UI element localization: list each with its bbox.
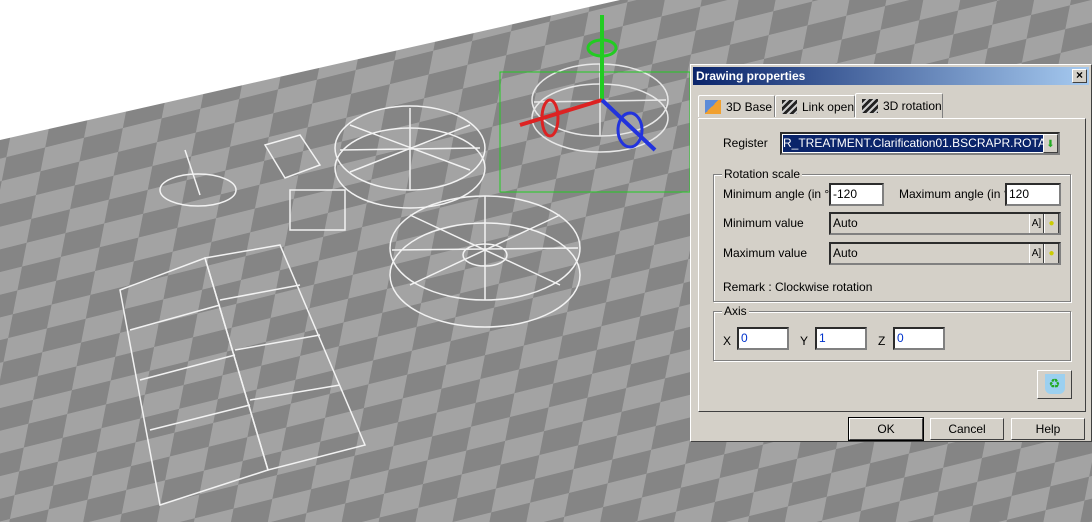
recycle-bin-icon: ♻ [1044,374,1065,394]
box-model[interactable] [263,134,346,231]
bulb-icon[interactable]: ● [1044,244,1059,263]
z-label: Z [878,334,886,348]
tab-link-open[interactable]: Link open [775,95,855,117]
rotation-scale-group: Rotation scale Minimum angle (in °) -120… [713,167,1071,302]
tab-panel: Register R_TREATMENT.Clarification01.BSC… [698,118,1086,412]
ok-button[interactable]: OK [848,417,924,441]
tab-3d-base[interactable]: 3D Base [698,95,775,117]
min-value-label: Minimum value [723,216,804,230]
register-field[interactable]: R_TREATMENT.Clarification01.BSCRAPR.ROTA… [780,132,1060,155]
max-angle-input[interactable]: 120 [1005,183,1061,206]
axis-x-input[interactable]: 0 [737,327,789,350]
min-angle-label: Minimum angle (in °) [723,187,834,201]
clarifier-2[interactable] [389,195,581,328]
remark-text: Remark : Clockwise rotation [723,280,873,294]
axis-z-input[interactable]: 0 [893,327,945,350]
cancel-button[interactable]: Cancel [930,418,1004,440]
y-label: Y [800,334,809,348]
axis-y-input[interactable]: 1 [815,327,867,350]
axis-group: Axis X 0 Y 1 Z 0 [713,304,1071,361]
dialog-title: Drawing properties [696,69,806,83]
max-value-field[interactable]: Auto A] ● [829,242,1061,265]
max-value-label: Maximum value [723,246,808,260]
help-button[interactable]: Help [1011,418,1085,440]
ai-button[interactable]: A] [1029,244,1044,263]
ai-button[interactable]: A] [1029,214,1044,233]
clapper-icon [862,99,878,113]
frame-structure[interactable] [119,244,367,506]
recycle-bin-button[interactable]: ♻ [1037,370,1072,399]
close-button[interactable]: × [1072,69,1087,83]
tab-3d-rotation[interactable]: 3D rotation [855,93,943,118]
min-angle-input[interactable]: -120 [829,183,884,206]
small-tank[interactable] [159,149,237,207]
register-label: Register [723,136,768,150]
x-label: X [723,334,732,348]
bulb-icon[interactable]: ● [1044,214,1059,233]
min-value-field[interactable]: Auto A] ● [829,212,1061,235]
register-browse-button[interactable]: ⬇ [1043,134,1058,153]
3d-base-icon [705,99,721,114]
title-bar[interactable]: Drawing properties × [693,67,1089,85]
clapper-icon [782,99,797,114]
drawing-properties-dialog: Drawing properties × 3D Base Link open 3… [690,64,1092,442]
max-angle-label: Maximum angle (in °) [899,187,1013,201]
clarifier-1[interactable] [334,105,486,209]
clarifier-selected[interactable] [499,63,691,193]
